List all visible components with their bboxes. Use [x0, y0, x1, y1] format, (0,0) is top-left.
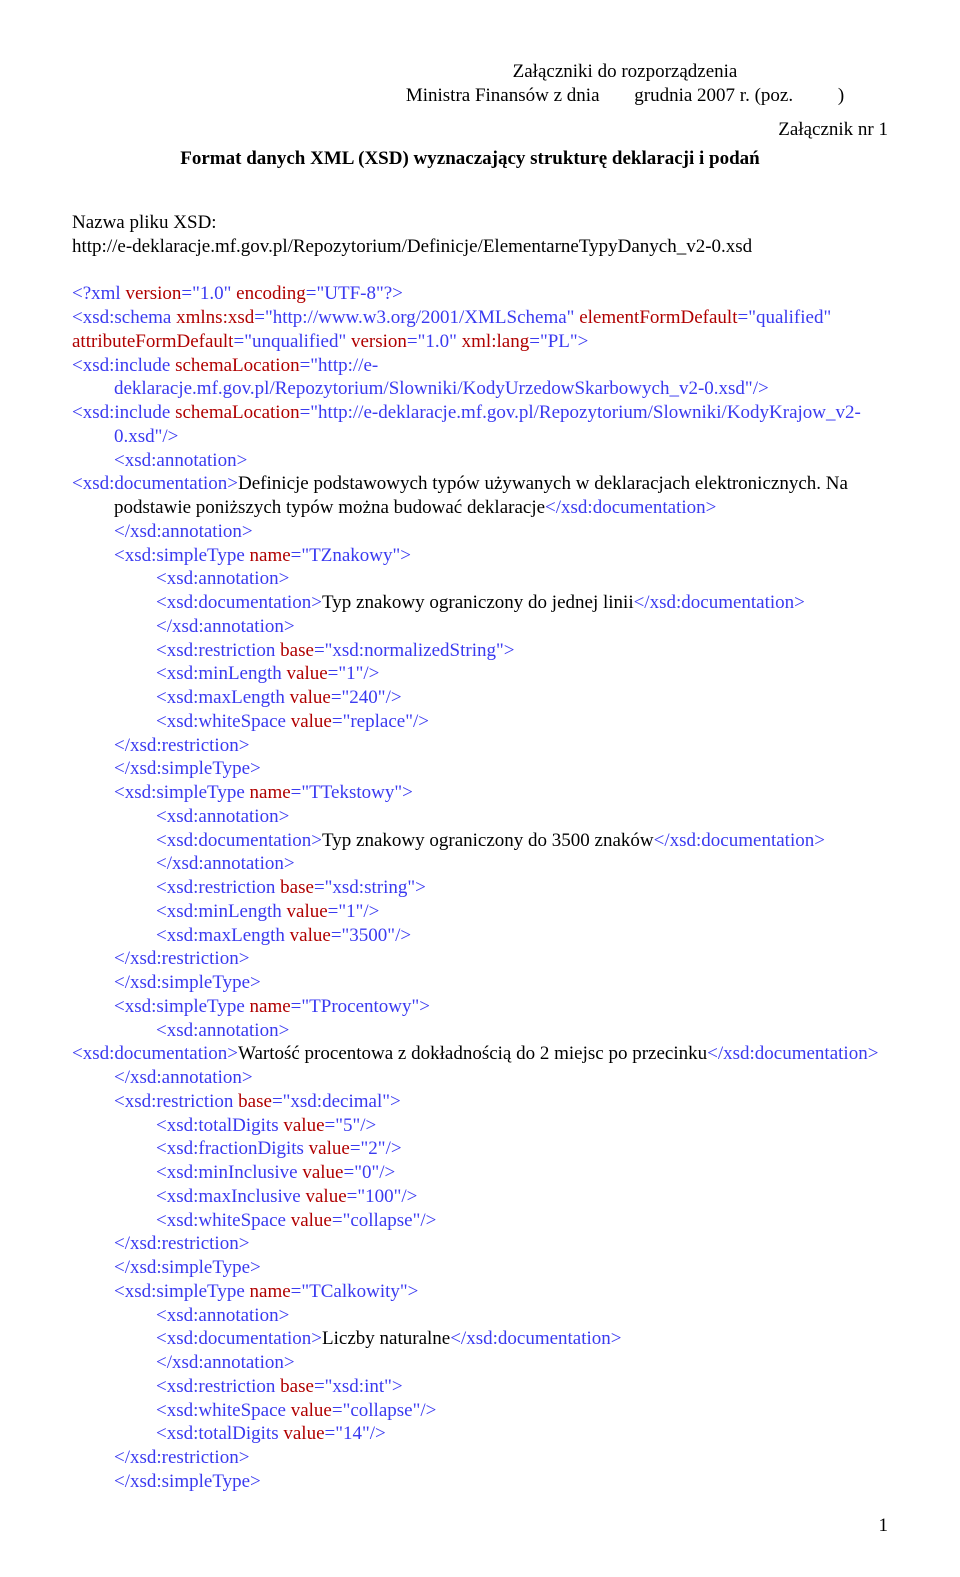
header-line-1: Załączniki do rozporządzenia [362, 60, 888, 84]
attachment-label: Załącznik nr 1 [72, 118, 888, 142]
page-number: 1 [72, 1514, 888, 1538]
header-block: Załączniki do rozporządzenia Ministra Fi… [362, 60, 888, 108]
include-2: <xsd:include schemaLocation="http://e-de… [72, 401, 888, 449]
tprocentowy-open: <xsd:simpleType name="TProcentowy"> [72, 995, 888, 1019]
xml-declaration: <?xml version="1.0" encoding="UTF-8"?> [72, 282, 888, 306]
xsd-url: http://e-deklaracje.mf.gov.pl/Repozytori… [72, 235, 888, 259]
tcalkowity-open: <xsd:simpleType name="TCalkowity"> [72, 1280, 888, 1304]
annotation-open: <xsd:annotation> [72, 449, 888, 473]
ttekstowy-open: <xsd:simpleType name="TTekstowy"> [72, 781, 888, 805]
header-line-2: Ministra Finansów z dnia grudnia 2007 r.… [362, 84, 888, 108]
documentation-main: <xsd:documentation>Definicje podstawowyc… [72, 472, 888, 520]
page-title: Format danych XML (XSD) wyznaczający str… [52, 147, 888, 171]
schema-open: <xsd:schema xmlns:xsd="http://www.w3.org… [72, 306, 888, 354]
document-body: Nazwa pliku XSD: http://e-deklaracje.mf.… [72, 211, 888, 1494]
xsd-name-label: Nazwa pliku XSD: [72, 211, 888, 235]
tznakowy-open: <xsd:simpleType name="TZnakowy"> [72, 544, 888, 568]
include-1: <xsd:include schemaLocation="http://e-de… [72, 354, 888, 402]
